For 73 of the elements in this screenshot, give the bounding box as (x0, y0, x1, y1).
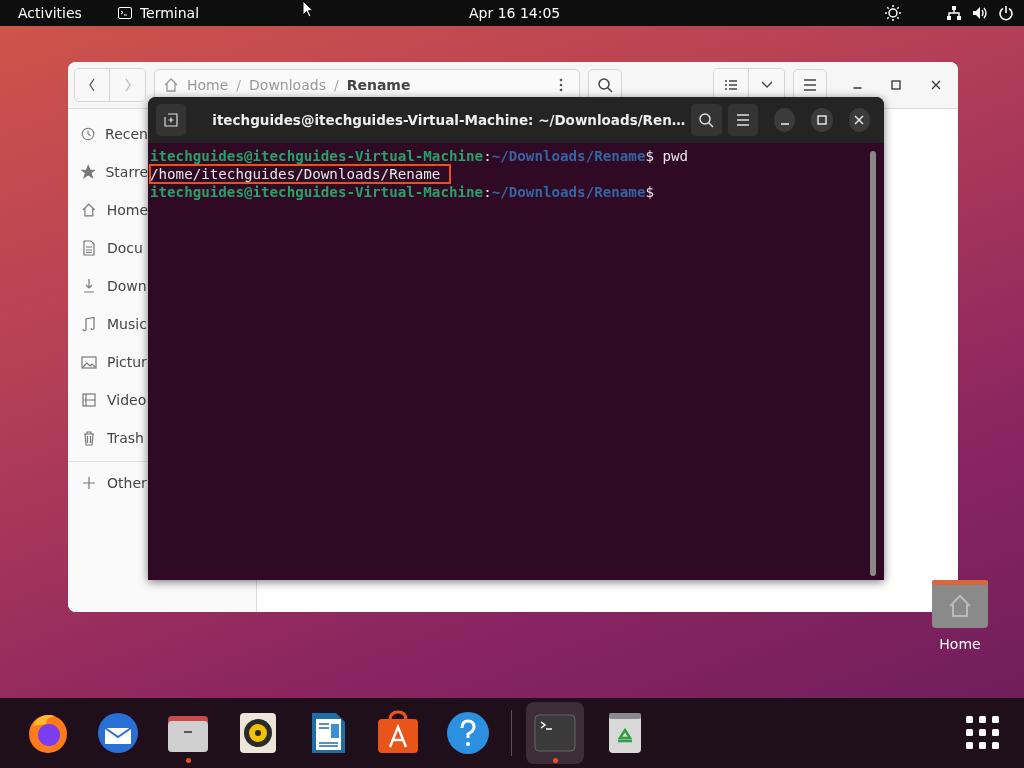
search-button[interactable] (691, 104, 722, 136)
plus-icon (81, 475, 97, 491)
menu-button[interactable] (727, 104, 758, 136)
prompt-symbol: $ (645, 184, 654, 200)
help-icon (445, 710, 491, 756)
maximize-button[interactable] (811, 108, 833, 132)
chevron-right-icon (123, 78, 132, 92)
prompt-path: ~/Downloads/Rename (491, 148, 646, 164)
window-title: itechguides@itechguides-Virtual-Machine: ~/Downloads/Ren… (211, 112, 686, 128)
clock-icon (81, 126, 96, 142)
caret-icon (760, 81, 773, 89)
network-icon[interactable] (946, 5, 962, 21)
command-text: pwd (661, 148, 689, 164)
minimize-icon[interactable] (853, 87, 862, 89)
sidebar-item[interactable]: Pictur (68, 343, 148, 381)
trash-icon (81, 430, 97, 446)
menu-icon (803, 79, 817, 91)
menu-icon (735, 114, 750, 126)
sidebar-item[interactable]: Music (68, 305, 148, 343)
new-tab-icon (164, 113, 179, 127)
shopping-bag-icon (375, 710, 421, 756)
sidebar-item[interactable]: Down (68, 267, 148, 305)
sidebar-item[interactable]: Other (68, 464, 148, 502)
clock[interactable]: Apr 16 14:05 (469, 5, 561, 21)
search-icon (597, 77, 613, 93)
search-icon (698, 112, 715, 128)
running-indicator (553, 758, 558, 763)
prompt-separator: : (483, 184, 492, 200)
sidebar-item[interactable]: Recen (68, 115, 148, 153)
desktop-icon-label[interactable]: Home (939, 636, 981, 652)
home-icon (163, 77, 179, 93)
path-separator: / (333, 77, 339, 93)
prompt-user: itechguides@itechguides-Virtual-Machine (150, 148, 484, 164)
maximize-icon[interactable] (890, 79, 902, 91)
document-icon (81, 240, 97, 256)
close-icon (854, 115, 865, 125)
star-icon (81, 164, 96, 180)
sidebar-item[interactable]: Trash (68, 419, 148, 457)
kebab-menu-icon[interactable] (559, 78, 563, 92)
sidebar-item[interactable]: Home (68, 191, 148, 229)
output-text: /home/itechguides/Downloads/Rename (150, 165, 451, 183)
running-indicator (186, 758, 191, 763)
app-menu[interactable]: Terminal (117, 5, 200, 21)
image-icon (81, 354, 97, 370)
home-icon (81, 202, 97, 218)
new-tab-button[interactable] (156, 104, 187, 136)
download-icon (81, 278, 97, 294)
prompt-symbol: $ (645, 148, 654, 164)
scrollbar-thumb[interactable] (870, 151, 876, 576)
prompt-separator: : (483, 148, 492, 164)
minimize-button[interactable] (773, 108, 796, 132)
sidebar-item[interactable]: Docu (68, 229, 148, 267)
power-icon[interactable] (998, 5, 1014, 21)
prompt-path: ~/Downloads/Rename (491, 184, 646, 200)
list-icon (724, 79, 738, 91)
path-crumb[interactable]: Rename (346, 77, 411, 93)
film-icon (81, 392, 97, 408)
close-icon[interactable] (930, 79, 942, 91)
activities-button[interactable]: Activities (18, 5, 82, 21)
app-grid-icon[interactable] (966, 716, 1000, 750)
terminal-icon (117, 7, 132, 19)
minimize-icon (780, 122, 789, 125)
pointer-icon (302, 0, 314, 18)
chevron-left-icon (88, 78, 96, 92)
sidebar-item[interactable]: Video (68, 381, 148, 419)
brightness-icon[interactable] (884, 4, 902, 22)
path-separator: / (236, 77, 242, 93)
maximize-icon (816, 115, 827, 125)
volume-icon[interactable] (972, 5, 988, 21)
close-button[interactable] (848, 108, 870, 132)
music-note-icon (81, 316, 97, 332)
sidebar-item[interactable]: Starre (68, 153, 148, 191)
prompt-user: itechguides@itechguides-Virtual-Machine (150, 184, 484, 200)
